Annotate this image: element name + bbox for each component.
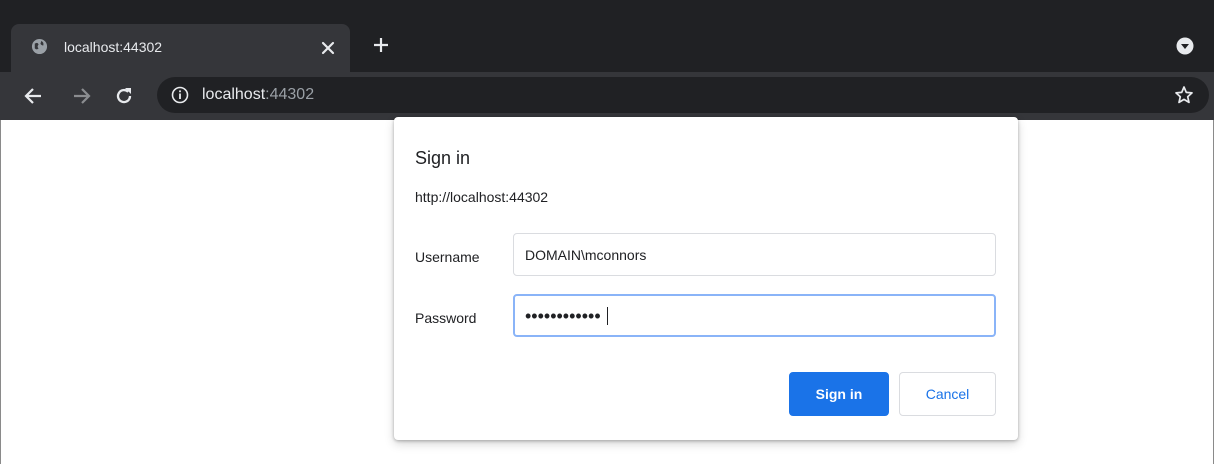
url-host: localhost [202,86,266,103]
password-field[interactable]: •••••••••••• [513,294,996,337]
reload-icon[interactable] [114,86,134,106]
password-label: Password [415,310,477,326]
close-icon[interactable] [320,40,336,56]
address-url: localhost:44302 [202,85,314,105]
browser-tab[interactable]: localhost:44302 [11,24,350,72]
window-border-left [0,120,1,464]
url-port: :44302 [265,86,315,103]
browser-toolbar: localhost:44302 [0,72,1214,120]
browser-titlebar: localhost:44302 [0,0,1214,72]
star-icon[interactable] [1174,85,1194,105]
cancel-button[interactable]: Cancel [899,372,996,416]
username-field[interactable]: DOMAIN\mconnors [513,233,996,276]
plus-icon[interactable] [372,36,390,54]
password-value: •••••••••••• [525,306,601,326]
text-caret [607,307,608,325]
username-label: Username [415,249,480,265]
username-value: DOMAIN\mconnors [525,247,647,263]
sign-in-button[interactable]: Sign in [789,372,889,416]
dialog-title: Sign in [415,148,471,168]
address-bar[interactable]: localhost:44302 [157,77,1209,113]
profile-dropdown-icon[interactable] [1176,37,1194,55]
sign-in-dialog: Sign in http://localhost:44302 Username … [394,117,1018,440]
back-arrow-icon[interactable] [23,86,43,106]
dialog-origin: http://localhost:44302 [415,189,549,205]
tab-title: localhost:44302 [64,39,163,55]
forward-arrow-icon[interactable] [72,86,92,106]
globe-icon [31,38,48,55]
info-icon[interactable] [171,86,189,104]
